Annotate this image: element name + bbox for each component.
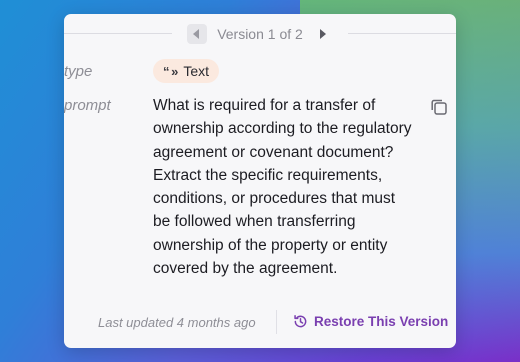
last-updated-text: Last updated 4 months ago (98, 315, 256, 330)
quote-icon: “ » (163, 63, 178, 79)
version-navigator: Version 1 of 2 (64, 23, 456, 45)
chevron-left-icon (193, 29, 200, 39)
footer-divider (276, 310, 277, 334)
version-label: Version 1 of 2 (217, 26, 303, 42)
prompt-text: What is required for a transfer of owner… (153, 97, 412, 278)
restore-label: Restore This Version (314, 314, 449, 329)
version-card: Version 1 of 2 type “ » Text prompt What… (64, 14, 456, 348)
history-icon (294, 314, 307, 328)
next-version-button[interactable] (313, 24, 333, 44)
prompt-field-label: prompt (64, 97, 111, 114)
type-value: Text (183, 63, 210, 79)
divider-line-left (64, 33, 172, 34)
copy-icon[interactable] (430, 98, 448, 116)
previous-version-button[interactable] (187, 24, 208, 44)
divider-line-right (348, 33, 456, 34)
type-badge: “ » Text (153, 59, 220, 83)
chevron-right-icon (319, 29, 326, 39)
restore-version-button[interactable]: Restore This Version (293, 314, 448, 329)
card-footer: Last updated 4 months ago Restore This V… (64, 310, 456, 334)
type-field-label: type (64, 63, 93, 80)
